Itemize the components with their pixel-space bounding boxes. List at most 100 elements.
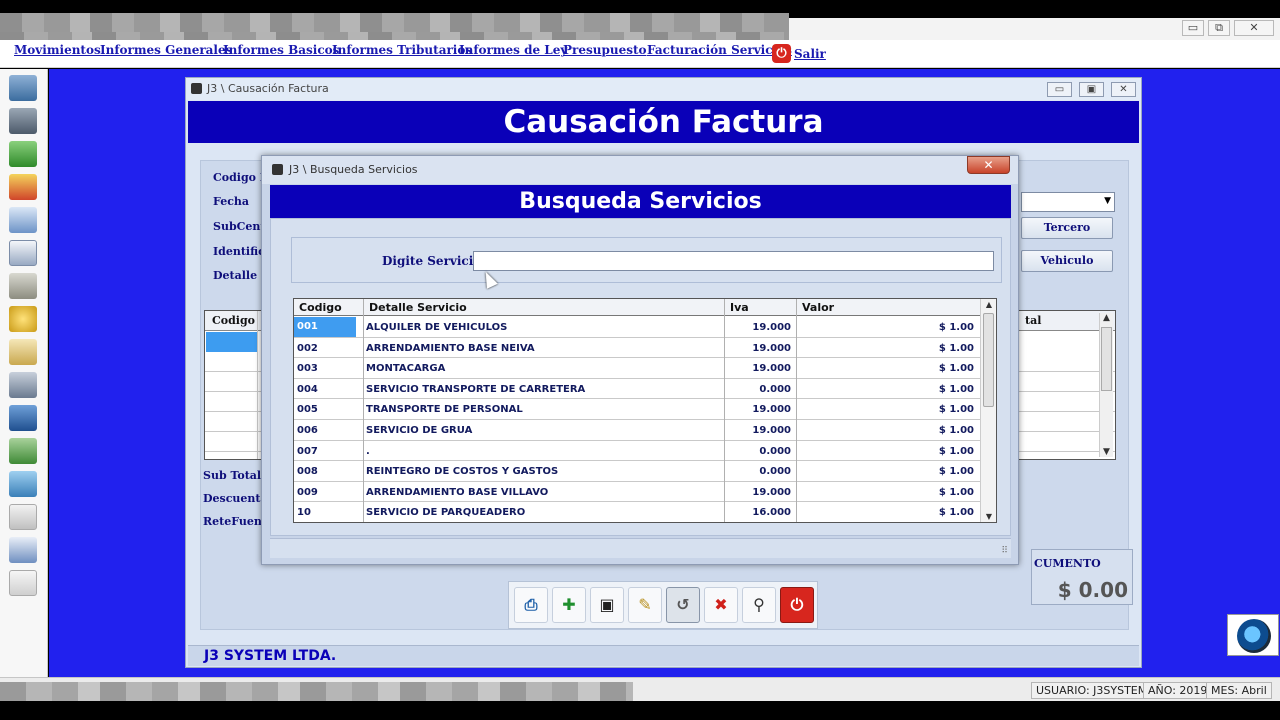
tag-icon[interactable]	[9, 108, 37, 134]
new-button[interactable]: ✚	[552, 587, 586, 623]
coins-icon[interactable]	[9, 306, 37, 332]
edit-button[interactable]: ✎	[628, 587, 662, 623]
menu-movimientos[interactable]: Movimientos	[14, 43, 101, 57]
resize-grip-icon[interactable]: ⠿	[1001, 546, 1008, 556]
cell-valor: $ 1.00	[938, 383, 974, 395]
return-icon[interactable]	[9, 438, 37, 464]
cell-detalle: SERVICIO DE GRUA	[366, 425, 473, 436]
cell-codigo: 004	[297, 383, 318, 395]
cell-detalle: ARRENDAMIENTO BASE VILLAVO	[366, 486, 549, 498]
selected-cell[interactable]	[206, 332, 257, 352]
menu-informes-tributarios[interactable]: Informes Tributarios	[332, 43, 472, 57]
menu-informes-basicos[interactable]: Informes Basicos	[223, 43, 339, 57]
company-name: J3 SYSTEM LTDA.	[204, 648, 337, 664]
subcentro-select[interactable]: ▼	[1021, 192, 1115, 212]
list-item[interactable]: 10 SERVICIO DE PARQUEADERO 16.000 $ 1.00	[294, 502, 980, 522]
label-detalle: Detalle	[213, 269, 258, 282]
exit-button[interactable]: ⏻	[780, 587, 814, 623]
scroll-down-icon[interactable]: ▼	[981, 512, 996, 521]
list-item[interactable]: 007. 0.000 $ 1.00	[294, 441, 980, 462]
status-mes: MES: Abril	[1206, 682, 1272, 699]
menu-presupuesto[interactable]: Presupuesto	[563, 43, 647, 57]
list-icon[interactable]	[9, 207, 37, 233]
cell-detalle: ALQUILER DE VEHICULOS	[366, 322, 508, 333]
line-chart-icon[interactable]	[9, 504, 37, 530]
col-valor: Valor	[802, 301, 835, 314]
settings-icon[interactable]	[9, 471, 37, 497]
action-toolbar: ⎙ ✚ ▣ ✎ ↺ ✖ ⚲ ⏻	[508, 581, 818, 629]
scroll-thumb[interactable]	[983, 313, 994, 407]
scroll-up-icon[interactable]: ▲	[1100, 313, 1113, 323]
card-icon[interactable]	[9, 339, 37, 365]
scroll-thumb[interactable]	[1101, 327, 1112, 391]
power-icon: ⏻	[790, 595, 804, 614]
minimize-button[interactable]: ▭	[1182, 20, 1204, 36]
list-item[interactable]: 006 SERVICIO DE GRUA 19.000 $ 1.00	[294, 420, 980, 441]
power-icon[interactable]: ⏻	[772, 44, 791, 63]
menu-informes-de-ley[interactable]: Informes de Ley	[459, 43, 567, 57]
list-item[interactable]: 002 ARRENDAMIENTO BASE NEIVA 19.000 $ 1.00	[294, 338, 980, 359]
vehiculo-button[interactable]: Vehiculo	[1021, 250, 1113, 272]
list-item[interactable]: 003 MONTACARGA 19.000 $ 1.00	[294, 358, 980, 379]
print-button[interactable]: ⎙	[514, 587, 548, 623]
busqueda-titlebar: J3 \ Busqueda Servicios ✕	[262, 156, 1018, 184]
tercero-button[interactable]: Tercero	[1021, 217, 1113, 239]
laptop-icon[interactable]	[9, 75, 37, 101]
causacion-minimize-button[interactable]: ▭	[1047, 82, 1072, 97]
cell-iva: 19.000	[752, 404, 791, 416]
save-button[interactable]: ▣	[590, 587, 624, 623]
undo-button[interactable]: ↺	[666, 587, 700, 623]
search-input[interactable]	[473, 251, 994, 271]
list-item[interactable]: 009 ARRENDAMIENTO BASE VILLAVO 19.000 $ 1.0…	[294, 482, 980, 503]
list-item[interactable]: 001 ALQUILER DE VEHICULOS 19.000 $ 1.00	[294, 317, 980, 338]
causacion-close-button[interactable]: ✕	[1111, 82, 1136, 97]
screen: ▭ ⧉ ✕ Movimientos Informes Generales Inf…	[0, 0, 1280, 720]
services-grid-header: Codigo Detalle Servicio Iva Valor	[294, 299, 980, 316]
busqueda-servicios-dialog: J3 \ Busqueda Servicios ✕ Busqueda Servi…	[261, 155, 1019, 565]
pencil-icon: ✎	[638, 595, 652, 614]
dialog-close-button[interactable]: ✕	[967, 156, 1010, 174]
document-icon[interactable]	[9, 240, 37, 266]
restore-button[interactable]: ⧉	[1208, 20, 1230, 36]
cell-iva: 0.000	[759, 383, 791, 395]
close-button[interactable]: ✕	[1234, 20, 1274, 36]
cell-detalle: .	[366, 445, 370, 457]
scroll-down-icon[interactable]: ▼	[1100, 447, 1113, 457]
menu-facturacion-servicios[interactable]: Facturación Servicios	[647, 43, 792, 57]
cell-iva: 0.000	[759, 445, 791, 457]
grid-col-total: tal	[1025, 314, 1042, 327]
cell-codigo: 005	[297, 404, 318, 416]
bar-chart-icon[interactable]	[9, 174, 37, 200]
search-button[interactable]: ⚲	[742, 587, 776, 623]
causacion-maximize-button[interactable]: ▣	[1079, 82, 1104, 97]
grid-divider	[257, 311, 258, 459]
col-codigo: Codigo	[299, 301, 342, 314]
undo-icon: ↺	[676, 595, 690, 614]
people-icon[interactable]	[9, 405, 37, 431]
money-icon[interactable]	[9, 141, 37, 167]
cell-detalle: TRANSPORTE DE PERSONAL	[366, 404, 523, 416]
list-item[interactable]: 008 REINTEGRO DE COSTOS Y GASTOS 0.000 $ 1.…	[294, 461, 980, 482]
chevron-down-icon: ▼	[1104, 196, 1111, 206]
list-item[interactable]: 005 TRANSPORTE DE PERSONAL 19.000 $ 1.00	[294, 399, 980, 420]
delete-button[interactable]: ✖	[704, 587, 738, 623]
services-grid[interactable]: Codigo Detalle Servicio Iva Valor 001 ALQ…	[293, 298, 997, 523]
book-icon[interactable]	[9, 273, 37, 299]
cell-iva: 19.000	[752, 486, 791, 498]
causacion-window-title: J3 \ Causación Factura	[207, 82, 329, 95]
status-anio: AÑO: 2019	[1143, 682, 1213, 699]
checklist-icon[interactable]	[9, 570, 37, 596]
services-grid-scrollbar[interactable]: ▲ ▼	[980, 299, 996, 522]
search-group: Digite Servicio	[291, 237, 1002, 283]
causacion-footer: J3 SYSTEM LTDA.	[188, 645, 1139, 666]
report-icon[interactable]	[9, 537, 37, 563]
menu-salir[interactable]: Salir	[794, 47, 826, 61]
scroll-up-icon[interactable]: ▲	[981, 300, 996, 309]
list-item[interactable]: 004 SERVICIO TRANSPORTE DE CARRETERA 0.000…	[294, 379, 980, 400]
causacion-grid-scrollbar[interactable]: ▲ ▼	[1099, 313, 1113, 457]
menu-informes-generales[interactable]: Informes Generales	[100, 43, 232, 57]
cell-codigo: 003	[297, 363, 318, 375]
building-icon[interactable]	[9, 372, 37, 398]
cell-codigo: 007	[297, 445, 318, 457]
cell-iva: 19.000	[752, 342, 791, 354]
